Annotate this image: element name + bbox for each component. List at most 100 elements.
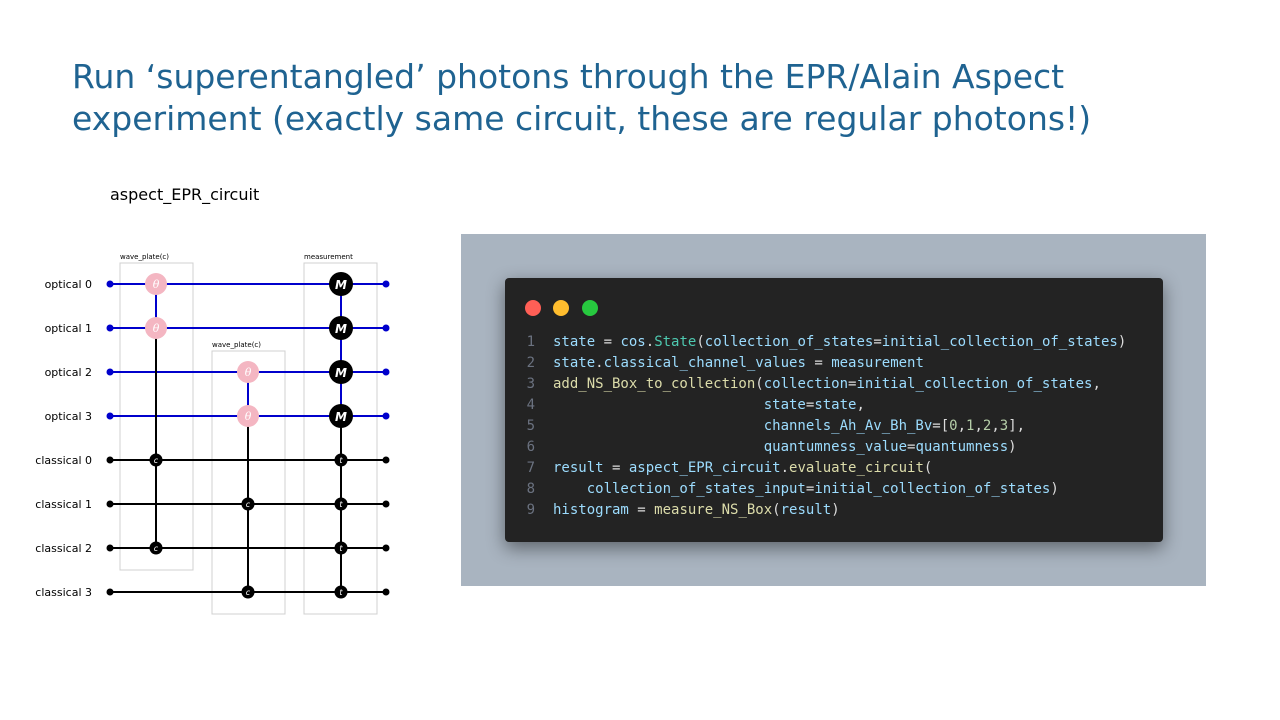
control-symbol: c — [154, 544, 159, 553]
line-number: 7 — [526, 460, 535, 476]
line-number: 5 — [526, 418, 535, 434]
code-token: collection_of_states — [704, 334, 874, 350]
wire-end-dot — [382, 368, 390, 376]
wire-label: optical 2 — [45, 366, 92, 379]
theta-symbol: θ — [245, 366, 252, 379]
code-line: 9 histogram = measure_NS_Box(result) — [505, 500, 1163, 521]
line-number: 8 — [526, 481, 535, 497]
code-block: 1 state = cos. State(collection_of_states =… — [505, 332, 1163, 521]
maximize-dot-icon — [581, 300, 598, 316]
theta-symbol: θ — [245, 410, 252, 423]
code-token: aspect_EPR_circuit — [628, 460, 781, 476]
control-symbol: c — [246, 588, 251, 597]
code-token: = — [848, 376, 857, 392]
wire-label: optical 3 — [45, 410, 92, 423]
code-line: 5 channels_Ah_Av_Bh_Bv =[0, 1, 2, 3], — [505, 416, 1163, 437]
line-number: 2 — [526, 355, 535, 371]
code-window: 1 state = cos. State(collection_of_states =… — [505, 278, 1163, 542]
code-token: = — [873, 334, 882, 350]
wire-start-dot — [106, 368, 114, 376]
code-token: , — [957, 418, 967, 434]
code-line: 6 quantumness_value = quantumness) — [505, 437, 1163, 458]
line-number: 1 — [526, 334, 535, 350]
code-token: state — [553, 355, 596, 371]
wire-start-dot — [106, 500, 114, 508]
circuit-diagram: wave_plate(c) wave_plate(c) measurement opt… — [35, 253, 390, 615]
wire-end-dot — [382, 456, 390, 464]
code-token: = — [628, 502, 655, 518]
code-token: . — [645, 334, 655, 350]
code-token: classical_channel_values — [603, 355, 806, 371]
code-token: ], — [1008, 418, 1026, 434]
code-token: collection_of_states_input — [586, 481, 806, 497]
code-token: state — [553, 334, 596, 350]
slide-title: Run ‘superentangled’ photons through the… — [72, 57, 1092, 138]
code-line: 3 add_NS_Box_to_collection(collection = ini… — [505, 374, 1163, 395]
wire-label: classical 0 — [35, 454, 92, 467]
wire-start-dot — [106, 588, 114, 596]
window-controls — [525, 300, 606, 316]
line-number: 6 — [526, 439, 535, 455]
code-token: =[ — [932, 418, 950, 434]
line-number: 9 — [526, 502, 535, 518]
code-token: initial_collection_of_states — [881, 334, 1118, 350]
measure-symbol: M — [335, 278, 347, 292]
code-token: ) — [1008, 439, 1017, 455]
code-token: measurement — [831, 355, 924, 371]
theta-symbol: θ — [153, 278, 160, 291]
code-token: , — [1092, 376, 1101, 392]
wire-start-dot — [106, 456, 114, 464]
code-token: 0 — [949, 418, 958, 434]
code-token: collection — [763, 376, 849, 392]
code-token: . — [780, 460, 790, 476]
control-symbol: c — [154, 456, 159, 465]
code-token: = — [805, 397, 815, 413]
wire-end-dot — [382, 544, 390, 552]
code-line: 4 state = state, — [505, 395, 1163, 416]
gate-box-label: measurement — [304, 253, 353, 261]
code-token: . — [595, 355, 604, 371]
wire-label: classical 3 — [35, 586, 92, 599]
code-token: = — [805, 355, 832, 371]
code-line: 2 state. classical_channel_values = measur… — [505, 353, 1163, 374]
code-token: result — [780, 502, 832, 518]
code-token: , — [974, 418, 983, 434]
line-number: 4 — [526, 397, 535, 413]
wire-label: classical 1 — [35, 498, 92, 511]
theta-symbol: θ — [153, 322, 160, 335]
code-line: 1 state = cos. State(collection_of_states =… — [505, 332, 1163, 353]
code-token: measure_NS_Box — [654, 502, 773, 518]
code-token: = — [595, 334, 621, 350]
code-token: ( — [923, 460, 933, 476]
code-token: ) — [1117, 334, 1127, 350]
wire-end-dot — [382, 500, 390, 508]
code-token: 2 — [982, 418, 992, 434]
wire-end-dot — [382, 588, 390, 596]
code-token: result — [553, 460, 604, 476]
code-token: channels_Ah_Av_Bh_Bv — [763, 418, 933, 434]
wire-start-dot — [106, 544, 114, 552]
wire-start-dot — [106, 412, 114, 420]
code-token: 3 — [999, 418, 1009, 434]
wire-start-dot — [106, 280, 114, 288]
wire-end-dot — [382, 280, 390, 288]
wire-end-dot — [382, 412, 390, 420]
code-token: add_NS_Box_to_collection — [553, 376, 756, 392]
code-token: evaluate_circuit — [789, 460, 924, 476]
code-token: = — [907, 439, 916, 455]
minimize-dot-icon — [553, 300, 570, 316]
measure-symbol: M — [335, 366, 347, 380]
code-line: 7 result = aspect_EPR_circuit. evaluate_ci… — [505, 458, 1163, 479]
measure-symbol: M — [335, 322, 347, 336]
code-token: histogram — [553, 502, 629, 518]
code-token: 1 — [966, 418, 975, 434]
code-token: ( — [772, 502, 781, 518]
wire-start-dot — [106, 324, 114, 332]
wire-label: classical 2 — [35, 542, 92, 555]
code-token: cos — [620, 334, 646, 350]
close-dot-icon — [525, 300, 541, 316]
code-token: = — [603, 460, 629, 476]
